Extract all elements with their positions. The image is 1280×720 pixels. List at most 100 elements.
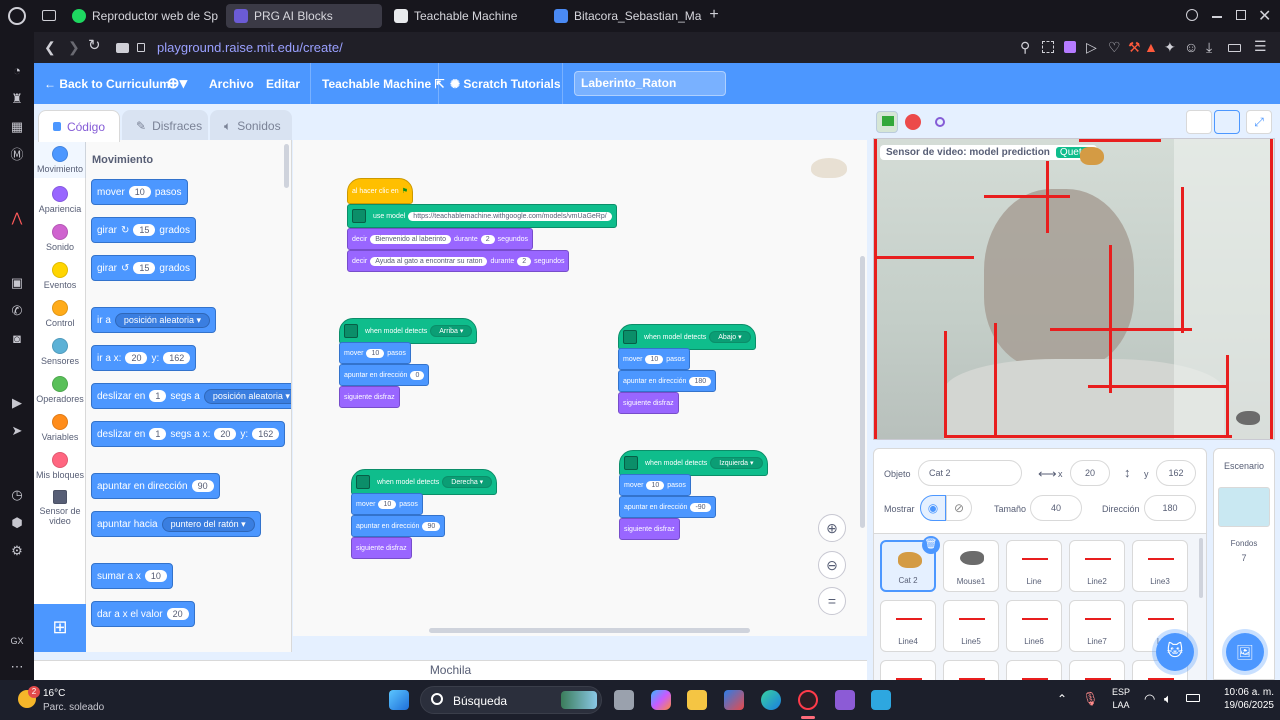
block-move[interactable]: mover 10 pasos (91, 179, 188, 205)
block-when-model-detects-right[interactable]: when model detects Derecha ▾ (351, 469, 498, 495)
stage[interactable]: Sensor de video: model prediction Queto (873, 138, 1275, 440)
windows-start-icon[interactable] (389, 690, 409, 710)
store-icon[interactable] (724, 690, 744, 710)
add-extension-button[interactable]: ⊞ (34, 604, 86, 652)
palette-scrollbar[interactable] (284, 144, 289, 188)
battery-icon[interactable] (1228, 44, 1241, 52)
tab-strip-icon[interactable] (42, 10, 56, 21)
block-turn-right[interactable]: girar ↻ 15 grados (91, 217, 196, 243)
tab-spotify[interactable]: Reproductor web de Spoti (64, 4, 218, 28)
choose-sprite-button[interactable]: 🐱︎ (1156, 633, 1194, 671)
x-input[interactable]: 20 (1070, 460, 1110, 486)
pin-icon[interactable]: ⚲ (1020, 40, 1030, 54)
record-button[interactable] (935, 117, 945, 127)
cube-icon[interactable]: ⬢ (9, 515, 25, 531)
copilot-icon[interactable] (651, 690, 671, 710)
zoom-reset-button[interactable]: = (818, 587, 846, 615)
show-visible-button[interactable]: ◉ (920, 495, 946, 521)
block-move-down[interactable]: mover 10 pasos (618, 348, 690, 370)
restore-button[interactable] (1236, 10, 1246, 20)
lock-icon[interactable] (137, 43, 145, 52)
opera-gx-icon[interactable] (798, 690, 818, 710)
category-mis-bloques[interactable]: Mis bloques (34, 452, 86, 480)
mouse-sprite[interactable] (1236, 411, 1260, 425)
cat-sprite[interactable] (1080, 147, 1104, 165)
tab-costumes[interactable]: ✎ Disfraces (122, 110, 208, 142)
tab-teachable-machine[interactable]: Teachable Machine (386, 4, 542, 28)
horizontal-scrollbar[interactable] (429, 628, 750, 633)
discord-icon[interactable]: ◙ (9, 331, 25, 347)
snapshot-icon[interactable] (1042, 41, 1054, 53)
teachable-machine-link[interactable]: Teachable Machine ⇱ (322, 77, 445, 91)
small-stage-button[interactable] (1186, 110, 1212, 134)
tutorials-link[interactable]: ✺ Scratch Tutorials (450, 77, 561, 91)
file-menu[interactable]: Archivo (209, 77, 254, 91)
block-glide-xy[interactable]: deslizar en 1 segs a x: 20 y: 162 (91, 421, 286, 447)
graduation-cap-icon[interactable]: ▲ (1144, 40, 1158, 54)
category-sonido[interactable]: Sonido (34, 224, 86, 252)
remote-app-icon[interactable] (871, 690, 891, 710)
send-icon[interactable]: ➤ (9, 423, 25, 439)
backpack-bar[interactable]: Mochila (34, 660, 867, 680)
back-to-curriculum-link[interactable]: ← Back to Curriculum (44, 77, 170, 91)
block-move-left[interactable]: mover 10 pasos (619, 474, 691, 496)
block-say-1[interactable]: decir Bienvenido al laberinto durante 2 segu… (347, 228, 534, 250)
opera-logo-icon[interactable] (8, 7, 26, 25)
sprite-tile-partial[interactable] (1069, 660, 1125, 681)
block-next-costume-left[interactable]: siguiente disfraz (619, 518, 680, 540)
direction-input[interactable]: 180 (1144, 495, 1196, 521)
sprite-name-input[interactable]: Cat 2 (918, 460, 1022, 486)
block-next-costume-down[interactable]: siguiente disfraz (618, 392, 679, 414)
category-variables[interactable]: Variables (34, 414, 86, 442)
more-icon[interactable]: ⋯ (9, 659, 25, 675)
block-change-x[interactable]: sumar a x 10 (91, 563, 173, 589)
tab-code[interactable]: Código (38, 110, 120, 142)
block-goto[interactable]: ir a posición aleatoria ▾ (91, 307, 216, 333)
notes-icon[interactable]: ▦ (9, 119, 25, 135)
block-move-right[interactable]: mover 10 pasos (351, 493, 423, 515)
clock[interactable]: 10:06 a. m. 19/06/2025 (1208, 686, 1274, 712)
sprite-tile-line[interactable]: Line (1006, 540, 1062, 592)
sprite-tile-mouse[interactable]: Mouse1 (943, 540, 999, 592)
block-when-model-detects-up[interactable]: when model detects Arriba ▾ (339, 318, 478, 344)
pocket-icon[interactable] (1064, 41, 1076, 53)
block-goto-xy[interactable]: ir a x: 20 y: 162 (91, 345, 197, 371)
close-window-button[interactable]: ✕ (1258, 6, 1271, 26)
block-point-towards[interactable]: apuntar hacia puntero del ratón ▾ (91, 511, 261, 537)
file-explorer-icon[interactable] (687, 690, 707, 710)
heart-icon[interactable]: ♡ (1108, 40, 1121, 54)
block-move-up[interactable]: mover 10 pasos (339, 342, 411, 364)
new-tab-button[interactable]: + (706, 7, 722, 24)
volume-icon[interactable]: 🔈︎ (1164, 691, 1172, 707)
microphone-icon[interactable]: 🎙︎ (1082, 691, 1099, 707)
block-say-2[interactable]: decir Ayuda al gato a encontrar su raton d… (347, 250, 570, 272)
forward-arrow-icon[interactable]: ❯ (68, 40, 80, 54)
block-set-x[interactable]: dar a x el valor 20 (91, 601, 195, 627)
sprite-tile-partial[interactable] (943, 660, 999, 681)
block-point-up[interactable]: apuntar en dirección 0 (339, 364, 430, 386)
green-flag-button[interactable] (876, 111, 898, 133)
tab-bitacora[interactable]: Bitacora_Sebastian_Martin (546, 4, 702, 28)
taskbar-search[interactable]: Búsqueda (420, 686, 602, 714)
sprite-tile-line4[interactable]: Line4 (880, 600, 936, 652)
language-icon[interactable]: ⊕▾ (167, 74, 187, 92)
tab-prg-ai-blocks[interactable]: PRG AI Blocks (226, 4, 382, 28)
extensions-icon[interactable]: ✦ (1164, 40, 1176, 54)
category-eventos[interactable]: Eventos (34, 262, 86, 290)
play-icon[interactable]: ▷ (1086, 40, 1097, 54)
y-input[interactable]: 162 (1156, 460, 1196, 486)
minimize-button[interactable] (1212, 16, 1222, 18)
script-area[interactable]: al hacer clic en ⚑ use model https://teac… (293, 140, 867, 636)
stage-thumbnail[interactable] (1218, 487, 1270, 527)
block-point-down[interactable]: apuntar en dirección 180 (618, 370, 717, 392)
notes-app-icon[interactable] (835, 690, 855, 710)
aria-icon[interactable]: ♜ (9, 91, 25, 107)
edit-menu[interactable]: Editar (266, 77, 300, 91)
sprite-tile-cat[interactable]: Cat 2 🗑︎ (880, 536, 940, 592)
sprite-tile-line2[interactable]: Line2 (1069, 540, 1125, 592)
block-point-right[interactable]: apuntar en dirección 90 (351, 515, 446, 537)
block-point-left[interactable]: apuntar en dirección -90 (619, 496, 716, 518)
chevron-up-icon[interactable]: ⌃ (1057, 692, 1067, 706)
settings-icon[interactable]: ⚙ (9, 543, 25, 559)
size-input[interactable]: 40 (1030, 495, 1082, 521)
